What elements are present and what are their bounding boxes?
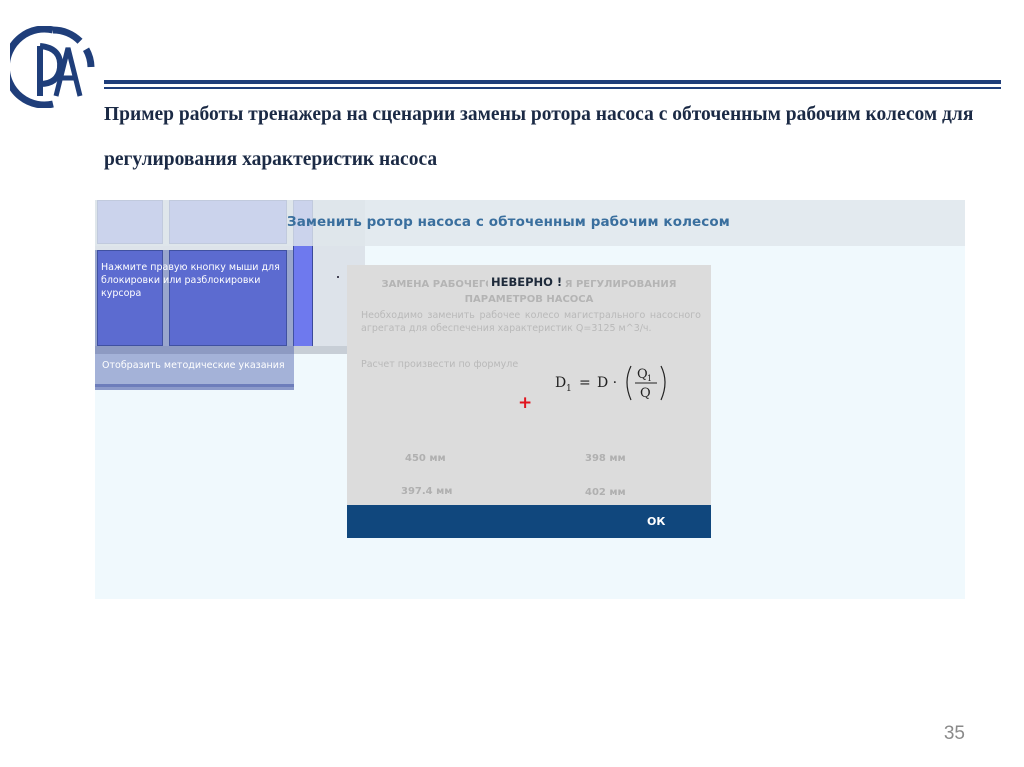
formula-lhs: D xyxy=(555,375,566,391)
left-paren xyxy=(626,365,632,401)
answer-option[interactable]: 402 мм xyxy=(585,487,626,498)
ok-label: ОК xyxy=(647,515,666,528)
company-logo-icon xyxy=(10,26,95,108)
cursor-crosshair-icon xyxy=(337,276,339,278)
header-rule-thin xyxy=(104,87,1001,89)
answer-option[interactable]: 450 мм xyxy=(405,453,446,464)
formula-numerator-sub: 1 xyxy=(647,374,652,383)
header-rule-thick xyxy=(104,80,1001,84)
formula-denominator: Q xyxy=(640,386,651,401)
slide-title: Пример работы тренажера на сценарии заме… xyxy=(104,104,974,170)
answer-option[interactable]: 398 мм xyxy=(585,453,626,464)
ok-button[interactable]: ОК xyxy=(347,505,711,538)
show-guidelines-link[interactable]: Отобразить методические указания xyxy=(102,360,285,371)
task-header: Заменить ротор насоса с обточенным рабоч… xyxy=(95,200,965,246)
formula-rhs: D · xyxy=(597,375,617,391)
right-paren xyxy=(660,365,666,401)
hint-panel-bar xyxy=(95,384,294,390)
task-title: Заменить ротор насоса с обточенным рабоч… xyxy=(287,214,730,230)
incorrect-alert: НЕВЕРНО ! xyxy=(488,275,566,289)
task-dialog: ЗАМЕНА РАБОЧЕГО КОЛЕСА ДЛЯ РЕГУЛИРОВАНИЯ… xyxy=(347,265,711,538)
cursor-lock-hint: Нажмите правую кнопку мыши для блокировк… xyxy=(101,262,280,299)
plus-icon: + xyxy=(518,393,533,413)
formula-hint: Расчет произвести по формуле xyxy=(361,359,519,370)
formula-equals: = xyxy=(579,375,591,391)
answer-option[interactable]: 397.4 мм xyxy=(401,486,452,497)
trim-formula: D 1 = D · Q 1 Q xyxy=(555,365,666,401)
formula-lhs-sub: 1 xyxy=(566,384,572,394)
hint-panel: Нажмите правую кнопку мыши для блокировк… xyxy=(95,250,294,390)
task-description: Необходимо заменить рабочее колесо магис… xyxy=(361,310,701,334)
simulator-screenshot: Заменить ротор насоса с обточенным рабоч… xyxy=(95,200,965,599)
page-number: 35 xyxy=(943,723,965,744)
